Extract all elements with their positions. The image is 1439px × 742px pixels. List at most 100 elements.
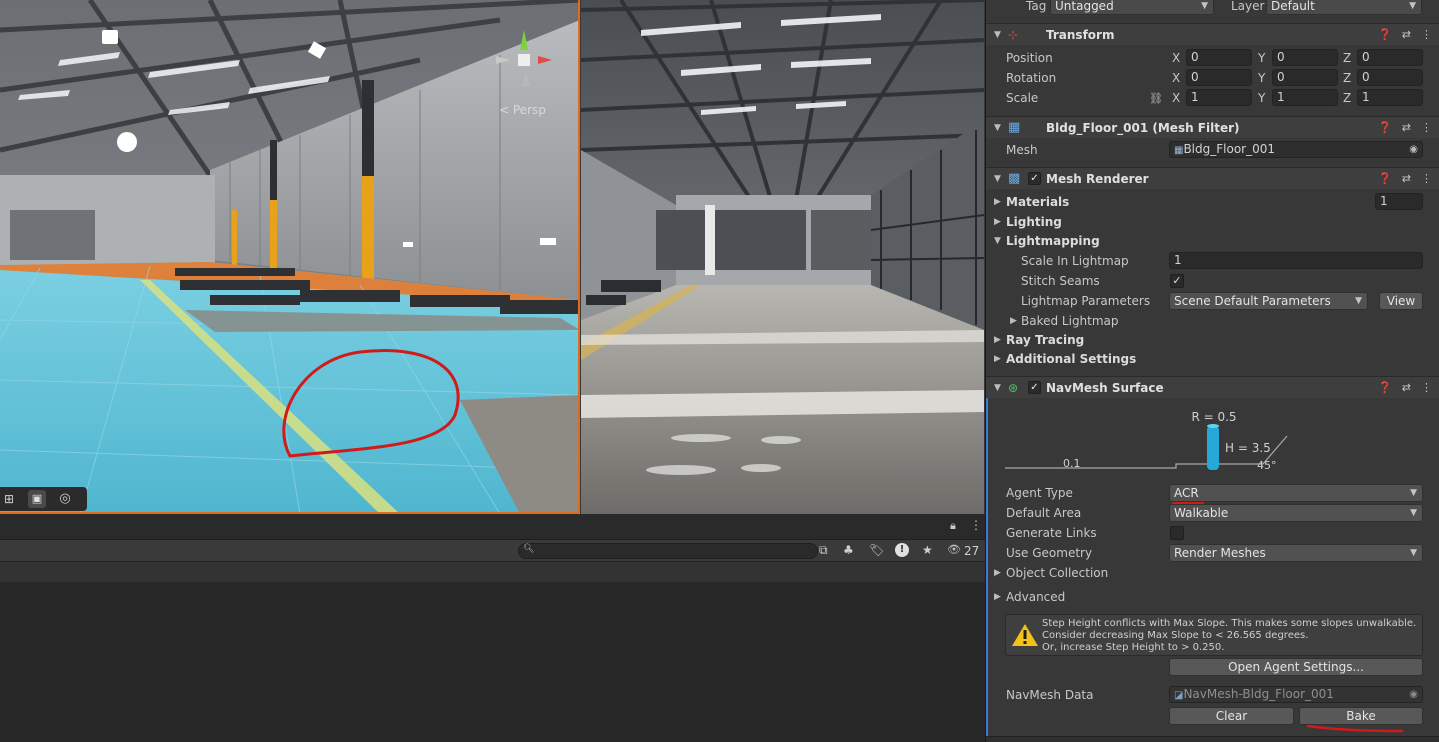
fold-arrow-icon[interactable]: ▶	[1010, 316, 1017, 326]
fold-arrow-icon[interactable]: ▶	[994, 354, 1001, 364]
object-collection-label[interactable]: Object Collection	[1006, 566, 1108, 580]
fold-arrow-icon[interactable]: ▼	[994, 123, 1001, 133]
default-area-dropdown[interactable]: Walkable ▼	[1169, 504, 1423, 522]
type-filter-icon[interactable]: ♣	[843, 543, 854, 557]
object-picker-icon[interactable]: ◉	[1409, 142, 1418, 157]
rotation-x-field[interactable]: 0	[1186, 69, 1252, 86]
label-filter-icon[interactable]: 🏷︎	[869, 543, 884, 557]
more-icon[interactable]: ⋮	[1421, 121, 1432, 134]
y-label[interactable]: Y	[1258, 71, 1265, 85]
more-icon[interactable]: ⋮	[1421, 381, 1432, 394]
navmesh-display-icon[interactable]: ▣	[28, 490, 46, 508]
scale-x-field[interactable]: 1	[1186, 89, 1252, 106]
fold-arrow-icon[interactable]: ▼	[994, 383, 1001, 393]
transform-header[interactable]: ▼ ⊹ Transform ❓ ⇄ ⋮	[986, 23, 1439, 45]
visibility-icon[interactable]: 👁︎	[947, 543, 961, 556]
mesh-renderer-enabled-checkbox[interactable]: ✓	[1028, 172, 1041, 185]
additional-settings-row[interactable]: ▶ Additional Settings	[986, 349, 1439, 369]
lighting-row[interactable]: ▶ Lighting	[986, 212, 1439, 232]
navmesh-data-field[interactable]: ◪NavMesh-Bldg_Floor_001 ◉	[1169, 686, 1423, 703]
position-y-field[interactable]: 0	[1272, 49, 1338, 66]
baked-lightmap-row[interactable]: ▶ Baked Lightmap	[986, 311, 1439, 331]
lock-icon[interactable]: 🔒︎	[950, 519, 956, 533]
help-icon[interactable]: ❓	[1378, 172, 1392, 185]
mesh-object-field[interactable]: ▦Bldg_Floor_001 ◉	[1169, 141, 1423, 158]
warning-filter-icon[interactable]: !	[895, 543, 909, 557]
scale-z-field[interactable]: 1	[1357, 89, 1423, 106]
navmesh-surface-enabled-checkbox[interactable]: ✓	[1028, 381, 1041, 394]
y-label[interactable]: Y	[1258, 51, 1265, 65]
more-icon[interactable]: ⋮	[1421, 28, 1432, 41]
baked-lightmap-label[interactable]: Baked Lightmap	[1021, 314, 1119, 328]
fold-arrow-icon[interactable]: ▶	[994, 217, 1001, 227]
object-picker-icon[interactable]: ◉	[1409, 687, 1418, 702]
more-options-icon[interactable]: ⋮	[970, 518, 982, 532]
object-collection-row[interactable]: ▶ Object Collection	[986, 563, 1439, 583]
fold-arrow-icon[interactable]: ▶	[994, 197, 1001, 207]
lighting-label[interactable]: Lighting	[1006, 215, 1062, 229]
open-agent-settings-button[interactable]: Open Agent Settings...	[1169, 658, 1423, 676]
z-label[interactable]: Z	[1343, 51, 1351, 65]
mesh-renderer-header[interactable]: ▼ ▩ ✓ Mesh Renderer ❓ ⇄ ⋮	[986, 167, 1439, 189]
view-button[interactable]: View	[1379, 292, 1423, 310]
x-label[interactable]: X	[1172, 71, 1180, 85]
scene-view[interactable]: < Persp ⊞ ▣ ◎	[0, 0, 580, 514]
x-label[interactable]: X	[1172, 91, 1180, 105]
hierarchy-icon[interactable]: ⊞	[4, 492, 18, 506]
lightmapping-row[interactable]: ▼ Lightmapping	[986, 231, 1439, 251]
stitch-seams-checkbox[interactable]: ✓	[1170, 274, 1184, 288]
layer-dropdown[interactable]: Default ▼	[1266, 0, 1422, 15]
fold-arrow-icon[interactable]: ▶	[994, 568, 1001, 578]
preset-icon[interactable]: ⇄	[1402, 121, 1411, 134]
scale-y-field[interactable]: 1	[1272, 89, 1338, 106]
materials-row[interactable]: ▶ Materials 1	[986, 192, 1439, 212]
fold-arrow-icon[interactable]: ▼	[994, 174, 1001, 184]
more-icon[interactable]: ⋮	[1421, 172, 1432, 185]
search-field[interactable]	[535, 545, 805, 557]
materials-count-field[interactable]: 1	[1375, 193, 1423, 210]
mesh-renderer-title: Mesh Renderer	[1046, 171, 1149, 186]
help-icon[interactable]: ❓	[1378, 121, 1392, 134]
preset-icon[interactable]: ⇄	[1402, 28, 1411, 41]
rotation-z-field[interactable]: 0	[1357, 69, 1423, 86]
fold-arrow-icon[interactable]: ▼	[994, 236, 1001, 246]
compass-icon[interactable]: ◎	[56, 490, 74, 508]
ray-tracing-row[interactable]: ▶ Ray Tracing	[986, 330, 1439, 350]
x-label[interactable]: X	[1172, 51, 1180, 65]
lightmapping-label[interactable]: Lightmapping	[1006, 234, 1100, 248]
additional-settings-label[interactable]: Additional Settings	[1006, 352, 1136, 366]
help-icon[interactable]: ❓	[1378, 28, 1392, 41]
position-x-field[interactable]: 0	[1186, 49, 1252, 66]
ray-tracing-label[interactable]: Ray Tracing	[1006, 333, 1084, 347]
chevron-down-icon: ▼	[1410, 548, 1417, 558]
navmesh-surface-header[interactable]: ▼ ⊛ ✓ NavMesh Surface ❓ ⇄ ⋮	[986, 376, 1439, 398]
mesh-filter-header[interactable]: ▼ ▦ Bldg_Floor_001 (Mesh Filter) ❓ ⇄ ⋮	[986, 116, 1439, 138]
scale-in-lightmap-field[interactable]: 1	[1169, 252, 1423, 269]
persp-label[interactable]: < Persp	[499, 103, 546, 117]
constrain-proportions-icon[interactable]: ⛓︎	[1149, 92, 1163, 105]
clear-button[interactable]: Clear	[1169, 707, 1294, 725]
lightmap-parameters-dropdown[interactable]: Scene Default Parameters ▼	[1169, 292, 1368, 310]
y-label[interactable]: Y	[1258, 91, 1265, 105]
preset-icon[interactable]: ⇄	[1402, 172, 1411, 185]
rotation-y-field[interactable]: 0	[1272, 69, 1338, 86]
favorites-icon[interactable]: ★	[922, 543, 933, 557]
help-icon[interactable]: ❓	[1378, 381, 1392, 394]
game-view[interactable]	[581, 0, 984, 514]
search-input[interactable]: 🔍︎	[518, 543, 818, 559]
z-label[interactable]: Z	[1343, 71, 1351, 85]
use-geometry-dropdown[interactable]: Render Meshes ▼	[1169, 544, 1423, 562]
fold-arrow-icon[interactable]: ▶	[994, 592, 1001, 602]
preset-icon[interactable]: ⇄	[1402, 381, 1411, 394]
z-label[interactable]: Z	[1343, 91, 1351, 105]
materials-label[interactable]: Materials	[1006, 195, 1069, 209]
position-z-field[interactable]: 0	[1357, 49, 1423, 66]
collapse-icon[interactable]: ⧉	[819, 543, 828, 558]
fold-arrow-icon[interactable]: ▼	[994, 30, 1001, 40]
generate-links-checkbox[interactable]	[1170, 526, 1184, 540]
agent-type-dropdown[interactable]: ACR ▼	[1169, 484, 1423, 502]
advanced-label[interactable]: Advanced	[1006, 590, 1065, 604]
tag-dropdown[interactable]: Untagged ▼	[1050, 0, 1214, 15]
advanced-row[interactable]: ▶ Advanced	[986, 587, 1439, 607]
fold-arrow-icon[interactable]: ▶	[994, 335, 1001, 345]
